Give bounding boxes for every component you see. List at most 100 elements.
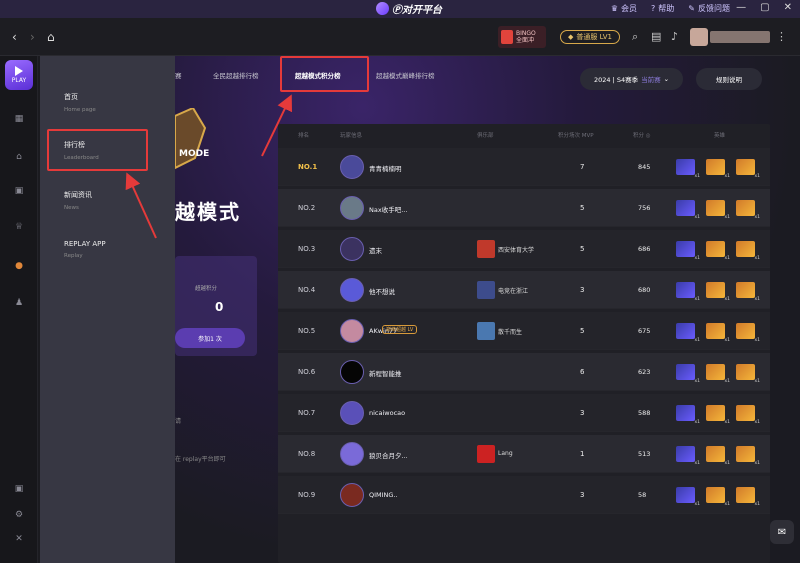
hero-icon[interactable]: x1 xyxy=(736,364,760,384)
avatar[interactable] xyxy=(340,360,364,384)
sidebar-item-1[interactable]: ▦ xyxy=(9,114,29,124)
more-icon[interactable]: ⋮ xyxy=(776,30,787,43)
hero-icon[interactable]: x1 xyxy=(706,282,730,302)
vip-link[interactable]: ♛ 会员 xyxy=(611,3,637,14)
club-name[interactable]: 电竞在浙江 xyxy=(498,286,528,295)
table-row[interactable]: NO.2 Nax收手吧... 5 756 x1 x1 x1 xyxy=(278,189,770,227)
hero-icon[interactable]: x1 xyxy=(676,200,700,220)
maximize-icon[interactable]: ▢ xyxy=(760,2,769,13)
player-name[interactable]: Nax收手吧... xyxy=(369,204,407,214)
promo-banner[interactable]: BINGO 全面冲 xyxy=(498,26,546,48)
club-name[interactable]: 西安体育大学 xyxy=(498,245,534,254)
player-name[interactable]: nicaiwocao xyxy=(369,409,405,417)
hero-icon[interactable]: x1 xyxy=(676,282,700,302)
player-name[interactable]: 遗末 xyxy=(369,245,382,255)
home-icon[interactable]: ⌂ xyxy=(47,30,55,44)
user-name[interactable] xyxy=(710,31,770,43)
avatar[interactable] xyxy=(340,237,364,261)
crown-icon: ♛ xyxy=(610,4,619,13)
play-button[interactable]: PLAY xyxy=(5,60,33,90)
hero-count: x1 xyxy=(694,420,700,425)
hero-icon[interactable]: x1 xyxy=(676,159,700,179)
hero-icon[interactable]: x1 xyxy=(736,200,760,220)
table-row[interactable]: NO.7 nicaiwocao 3 588 x1 x1 x1 xyxy=(278,394,770,432)
table-row[interactable]: NO.6 新程智能推 6 623 x1 x1 x1 xyxy=(278,353,770,391)
hero-icon[interactable]: x1 xyxy=(676,405,700,425)
menu-item-replay-app[interactable]: REPLAY APP Replay xyxy=(64,240,106,259)
back-icon[interactable]: ‹ xyxy=(12,30,17,44)
table-row[interactable]: NO.8 狼贝合月夕... Lang 1 513 x1 x1 x1 xyxy=(278,435,770,473)
hero-icon[interactable]: x1 xyxy=(706,487,730,507)
avatar[interactable] xyxy=(340,401,364,425)
rank-label: NO.1 xyxy=(298,163,318,171)
player-name[interactable]: QIMING.. xyxy=(369,491,398,499)
table-row[interactable]: NO.1 青青楠楠明 7 845 x1 x1 x1 xyxy=(278,148,770,186)
avatar[interactable] xyxy=(340,442,364,466)
sidebar-item-2[interactable]: ⌂ xyxy=(9,152,29,162)
minimize-icon[interactable]: — xyxy=(736,2,746,13)
menu-item-home[interactable]: 首页 Home page xyxy=(64,92,96,113)
hero-icon[interactable]: x1 xyxy=(676,446,700,466)
tab-0[interactable]: 赛 xyxy=(175,70,182,80)
hero-icon[interactable]: x1 xyxy=(706,241,730,261)
hero-icon[interactable]: x1 xyxy=(736,446,760,466)
hero-icon[interactable]: x1 xyxy=(706,200,730,220)
help-link[interactable]: ? 帮助 xyxy=(651,3,674,14)
table-row[interactable]: NO.3 遗末 西安体育大学 5 686 x1 x1 x1 xyxy=(278,230,770,268)
sidebar-item-5[interactable]: ● xyxy=(9,261,29,271)
bell-icon[interactable]: ♪ xyxy=(671,30,678,43)
club-name[interactable]: 散千而生 xyxy=(498,327,522,336)
player-name[interactable]: 新程智能推 xyxy=(369,368,402,378)
brand-name: Ⓟ对开平台 xyxy=(392,5,442,16)
hero-icon[interactable]: x1 xyxy=(736,282,760,302)
sidebar-item-3[interactable]: ▣ xyxy=(9,186,29,196)
sidebar-item-bottom-1[interactable]: ▣ xyxy=(9,484,29,494)
player-name[interactable]: 青青楠楠明 xyxy=(369,163,402,173)
hero-icon[interactable]: x1 xyxy=(676,364,700,384)
hero-icon[interactable]: x1 xyxy=(706,323,730,343)
avatar[interactable] xyxy=(340,278,364,302)
level-badge[interactable]: ◆ 普通服 LV1 xyxy=(560,30,620,44)
window-icon: ▣ xyxy=(14,186,24,196)
club-name[interactable]: Lang xyxy=(498,450,513,457)
hero-icon[interactable]: x1 xyxy=(736,241,760,261)
hero-icon[interactable]: x1 xyxy=(706,364,730,384)
hero-icon[interactable]: x1 xyxy=(736,487,760,507)
menu-item-news[interactable]: 新闻资讯 News xyxy=(64,190,92,211)
player-name[interactable]: 他不想说 xyxy=(369,286,395,296)
table-row[interactable]: NO.9 QIMING.. 3 58 x1 x1 x1 xyxy=(278,476,770,514)
hero-icon[interactable]: x1 xyxy=(706,446,730,466)
hero-icon[interactable]: x1 xyxy=(676,323,700,343)
rules-button[interactable]: 规则说明 xyxy=(696,68,762,90)
hero-icon[interactable]: x1 xyxy=(736,159,760,179)
season-selector[interactable]: 2024 | S4赛季 当前赛 ⌄ xyxy=(580,68,683,90)
hero-icon[interactable]: x1 xyxy=(736,405,760,425)
player-name[interactable]: 狼贝合月夕... xyxy=(369,450,408,460)
tab-peak-ranking[interactable]: 超越模式巅峰排行榜 xyxy=(376,70,435,80)
user-avatar[interactable] xyxy=(690,28,708,46)
forward-icon[interactable]: › xyxy=(30,30,35,44)
close-icon[interactable]: ✕ xyxy=(784,2,792,13)
search-icon[interactable]: ⌕ xyxy=(632,30,638,44)
hero-icon[interactable]: x1 xyxy=(736,323,760,343)
avatar[interactable] xyxy=(340,155,364,179)
avatar[interactable] xyxy=(340,319,364,343)
hero-icon[interactable]: x1 xyxy=(676,241,700,261)
sidebar-item-bottom-3[interactable]: ✕ xyxy=(9,534,29,544)
navigation-bar: ‹ › ⌂ BINGO 全面冲 ◆ 普通服 LV1 ⌕ ▤ ♪ ⋮ xyxy=(0,18,800,56)
table-row[interactable]: NO.5 AKwin77 巅峰超越 LV 散千而生 5 675 x1 x1 x1 xyxy=(278,312,770,350)
feedback-link[interactable]: ✎ 反馈问题 xyxy=(688,3,730,14)
sidebar-item-6[interactable]: ♟ xyxy=(9,298,29,308)
participate-button[interactable]: 参加1 次 xyxy=(175,328,245,348)
hero-icon[interactable]: x1 xyxy=(676,487,700,507)
sidebar-item-4[interactable]: ♕ xyxy=(9,222,29,232)
id-card-icon[interactable]: ▤ xyxy=(651,30,661,43)
avatar[interactable] xyxy=(340,196,364,220)
hero-icon[interactable]: x1 xyxy=(706,405,730,425)
chat-button[interactable]: ✉ xyxy=(770,520,794,544)
table-row[interactable]: NO.4 他不想说 电竞在浙江 3 680 x1 x1 x1 xyxy=(278,271,770,309)
tab-all-ranking[interactable]: 全民超越排行榜 xyxy=(213,70,259,80)
sidebar-item-bottom-2[interactable]: ⚙ xyxy=(9,510,29,520)
hero-icon[interactable]: x1 xyxy=(706,159,730,179)
avatar[interactable] xyxy=(340,483,364,507)
